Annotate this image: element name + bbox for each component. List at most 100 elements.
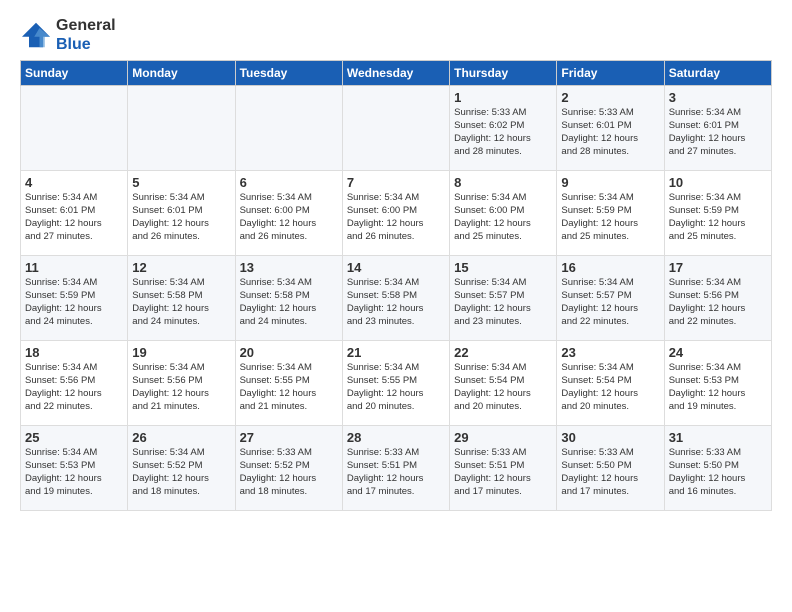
calendar-cell: 1Sunrise: 5:33 AM Sunset: 6:02 PM Daylig… (450, 86, 557, 171)
day-info: Sunrise: 5:34 AM Sunset: 5:54 PM Dayligh… (454, 362, 552, 413)
day-number: 17 (669, 260, 767, 275)
calendar-cell: 19 Sunrise: 5:34 AM Sunset: 5:56 PM Dayli… (128, 341, 235, 426)
day-info: Sunrise: 5:34 AM Sunset: 5:56 PM Dayligh… (132, 362, 230, 413)
day-info: Sunrise: 5:34 AM Sunset: 6:01 PM Dayligh… (132, 192, 230, 243)
calendar-cell: 16 Sunrise: 5:34 AM Sunset: 5:57 PM Dayli… (557, 256, 664, 341)
page-header: General Blue (20, 16, 772, 54)
day-number: 4 (25, 175, 123, 190)
day-info: Sunrise: 5:33 AM Sunset: 5:51 PM Dayligh… (347, 447, 445, 498)
day-number: 29 (454, 430, 552, 445)
calendar-cell: 13Sunrise: 5:34 AM Sunset: 5:58 PM Dayli… (235, 256, 342, 341)
calendar-cell (342, 86, 449, 171)
week-row-3: 11 Sunrise: 5:34 AM Sunset: 5:59 PM Dayli… (21, 256, 772, 341)
calendar-cell: 25 Sunrise: 5:34 AM Sunset: 5:53 PM Dayli… (21, 426, 128, 511)
day-number: 6 (240, 175, 338, 190)
calendar-cell: 9 Sunrise: 5:34 AM Sunset: 5:59 PM Daylig… (557, 171, 664, 256)
day-number: 9 (561, 175, 659, 190)
day-info: Sunrise: 5:34 AM Sunset: 5:59 PM Dayligh… (561, 192, 659, 243)
day-number: 11 (25, 260, 123, 275)
day-info: Sunrise: 5:33 AM Sunset: 6:02 PM Dayligh… (454, 107, 552, 158)
day-number: 30 (561, 430, 659, 445)
day-info: Sunrise: 5:34 AM Sunset: 5:52 PM Dayligh… (132, 447, 230, 498)
day-info: Sunrise: 5:34 AM Sunset: 5:57 PM Dayligh… (561, 277, 659, 328)
header-day-saturday: Saturday (664, 61, 771, 86)
day-info: Sunrise: 5:34 AM Sunset: 5:55 PM Dayligh… (347, 362, 445, 413)
calendar-cell: 30 Sunrise: 5:33 AM Sunset: 5:50 PM Dayli… (557, 426, 664, 511)
day-info: Sunrise: 5:34 AM Sunset: 5:53 PM Dayligh… (25, 447, 123, 498)
day-number: 28 (347, 430, 445, 445)
week-row-2: 4 Sunrise: 5:34 AM Sunset: 6:01 PM Daylig… (21, 171, 772, 256)
week-row-5: 25 Sunrise: 5:34 AM Sunset: 5:53 PM Dayli… (21, 426, 772, 511)
calendar-cell: 17 Sunrise: 5:34 AM Sunset: 5:56 PM Dayli… (664, 256, 771, 341)
calendar-cell: 7 Sunrise: 5:34 AM Sunset: 6:00 PM Daylig… (342, 171, 449, 256)
day-info: Sunrise: 5:34 AM Sunset: 5:55 PM Dayligh… (240, 362, 338, 413)
week-row-1: 1Sunrise: 5:33 AM Sunset: 6:02 PM Daylig… (21, 86, 772, 171)
day-info: Sunrise: 5:34 AM Sunset: 5:57 PM Dayligh… (454, 277, 552, 328)
calendar-cell: 23 Sunrise: 5:34 AM Sunset: 5:54 PM Dayli… (557, 341, 664, 426)
day-info: Sunrise: 5:33 AM Sunset: 5:52 PM Dayligh… (240, 447, 338, 498)
day-info: Sunrise: 5:34 AM Sunset: 5:59 PM Dayligh… (669, 192, 767, 243)
day-number: 3 (669, 90, 767, 105)
calendar-cell (235, 86, 342, 171)
day-info: Sunrise: 5:34 AM Sunset: 5:59 PM Dayligh… (25, 277, 123, 328)
day-number: 8 (454, 175, 552, 190)
day-info: Sunrise: 5:33 AM Sunset: 5:51 PM Dayligh… (454, 447, 552, 498)
day-number: 31 (669, 430, 767, 445)
calendar-cell: 10 Sunrise: 5:34 AM Sunset: 5:59 PM Dayli… (664, 171, 771, 256)
calendar-cell: 3Sunrise: 5:34 AM Sunset: 6:01 PM Daylig… (664, 86, 771, 171)
calendar-cell: 18 Sunrise: 5:34 AM Sunset: 5:56 PM Dayli… (21, 341, 128, 426)
calendar-cell: 15 Sunrise: 5:34 AM Sunset: 5:57 PM Dayli… (450, 256, 557, 341)
day-number: 24 (669, 345, 767, 360)
day-info: Sunrise: 5:34 AM Sunset: 5:58 PM Dayligh… (347, 277, 445, 328)
calendar-cell: 12Sunrise: 5:34 AM Sunset: 5:58 PM Dayli… (128, 256, 235, 341)
day-info: Sunrise: 5:33 AM Sunset: 5:50 PM Dayligh… (561, 447, 659, 498)
day-number: 13 (240, 260, 338, 275)
calendar-header: SundayMondayTuesdayWednesdayThursdayFrid… (21, 61, 772, 86)
day-number: 21 (347, 345, 445, 360)
header-day-wednesday: Wednesday (342, 61, 449, 86)
day-number: 18 (25, 345, 123, 360)
day-info: Sunrise: 5:34 AM Sunset: 6:01 PM Dayligh… (25, 192, 123, 243)
day-info: Sunrise: 5:33 AM Sunset: 6:01 PM Dayligh… (561, 107, 659, 158)
day-number: 5 (132, 175, 230, 190)
calendar-table: SundayMondayTuesdayWednesdayThursdayFrid… (20, 60, 772, 511)
calendar-cell: 27Sunrise: 5:33 AM Sunset: 5:52 PM Dayli… (235, 426, 342, 511)
week-row-4: 18 Sunrise: 5:34 AM Sunset: 5:56 PM Dayli… (21, 341, 772, 426)
calendar-cell: 8 Sunrise: 5:34 AM Sunset: 6:00 PM Daylig… (450, 171, 557, 256)
day-info: Sunrise: 5:34 AM Sunset: 5:56 PM Dayligh… (669, 277, 767, 328)
day-info: Sunrise: 5:34 AM Sunset: 6:00 PM Dayligh… (240, 192, 338, 243)
calendar-cell: 11 Sunrise: 5:34 AM Sunset: 5:59 PM Dayli… (21, 256, 128, 341)
calendar-cell: 5 Sunrise: 5:34 AM Sunset: 6:01 PM Daylig… (128, 171, 235, 256)
day-number: 23 (561, 345, 659, 360)
header-day-monday: Monday (128, 61, 235, 86)
calendar-body: 1Sunrise: 5:33 AM Sunset: 6:02 PM Daylig… (21, 86, 772, 511)
day-number: 20 (240, 345, 338, 360)
calendar-cell: 6 Sunrise: 5:34 AM Sunset: 6:00 PM Daylig… (235, 171, 342, 256)
calendar-cell: 14 Sunrise: 5:34 AM Sunset: 5:58 PM Dayli… (342, 256, 449, 341)
calendar-cell (21, 86, 128, 171)
day-number: 10 (669, 175, 767, 190)
day-number: 7 (347, 175, 445, 190)
day-info: Sunrise: 5:34 AM Sunset: 6:00 PM Dayligh… (347, 192, 445, 243)
calendar-cell: 22 Sunrise: 5:34 AM Sunset: 5:54 PM Dayli… (450, 341, 557, 426)
logo-icon (20, 21, 52, 49)
day-info: Sunrise: 5:34 AM Sunset: 5:56 PM Dayligh… (25, 362, 123, 413)
logo-text: General Blue (56, 16, 116, 54)
day-number: 19 (132, 345, 230, 360)
header-day-tuesday: Tuesday (235, 61, 342, 86)
day-info: Sunrise: 5:34 AM Sunset: 5:54 PM Dayligh… (561, 362, 659, 413)
calendar-cell: 21 Sunrise: 5:34 AM Sunset: 5:55 PM Dayli… (342, 341, 449, 426)
day-number: 12 (132, 260, 230, 275)
header-day-sunday: Sunday (21, 61, 128, 86)
day-number: 15 (454, 260, 552, 275)
day-number: 22 (454, 345, 552, 360)
day-number: 25 (25, 430, 123, 445)
day-number: 14 (347, 260, 445, 275)
calendar-cell: 20 Sunrise: 5:34 AM Sunset: 5:55 PM Dayli… (235, 341, 342, 426)
day-number: 16 (561, 260, 659, 275)
logo: General Blue (20, 16, 116, 54)
calendar-cell: 31 Sunrise: 5:33 AM Sunset: 5:50 PM Dayli… (664, 426, 771, 511)
calendar-cell: 26Sunrise: 5:34 AM Sunset: 5:52 PM Dayli… (128, 426, 235, 511)
day-info: Sunrise: 5:33 AM Sunset: 5:50 PM Dayligh… (669, 447, 767, 498)
day-info: Sunrise: 5:34 AM Sunset: 6:00 PM Dayligh… (454, 192, 552, 243)
